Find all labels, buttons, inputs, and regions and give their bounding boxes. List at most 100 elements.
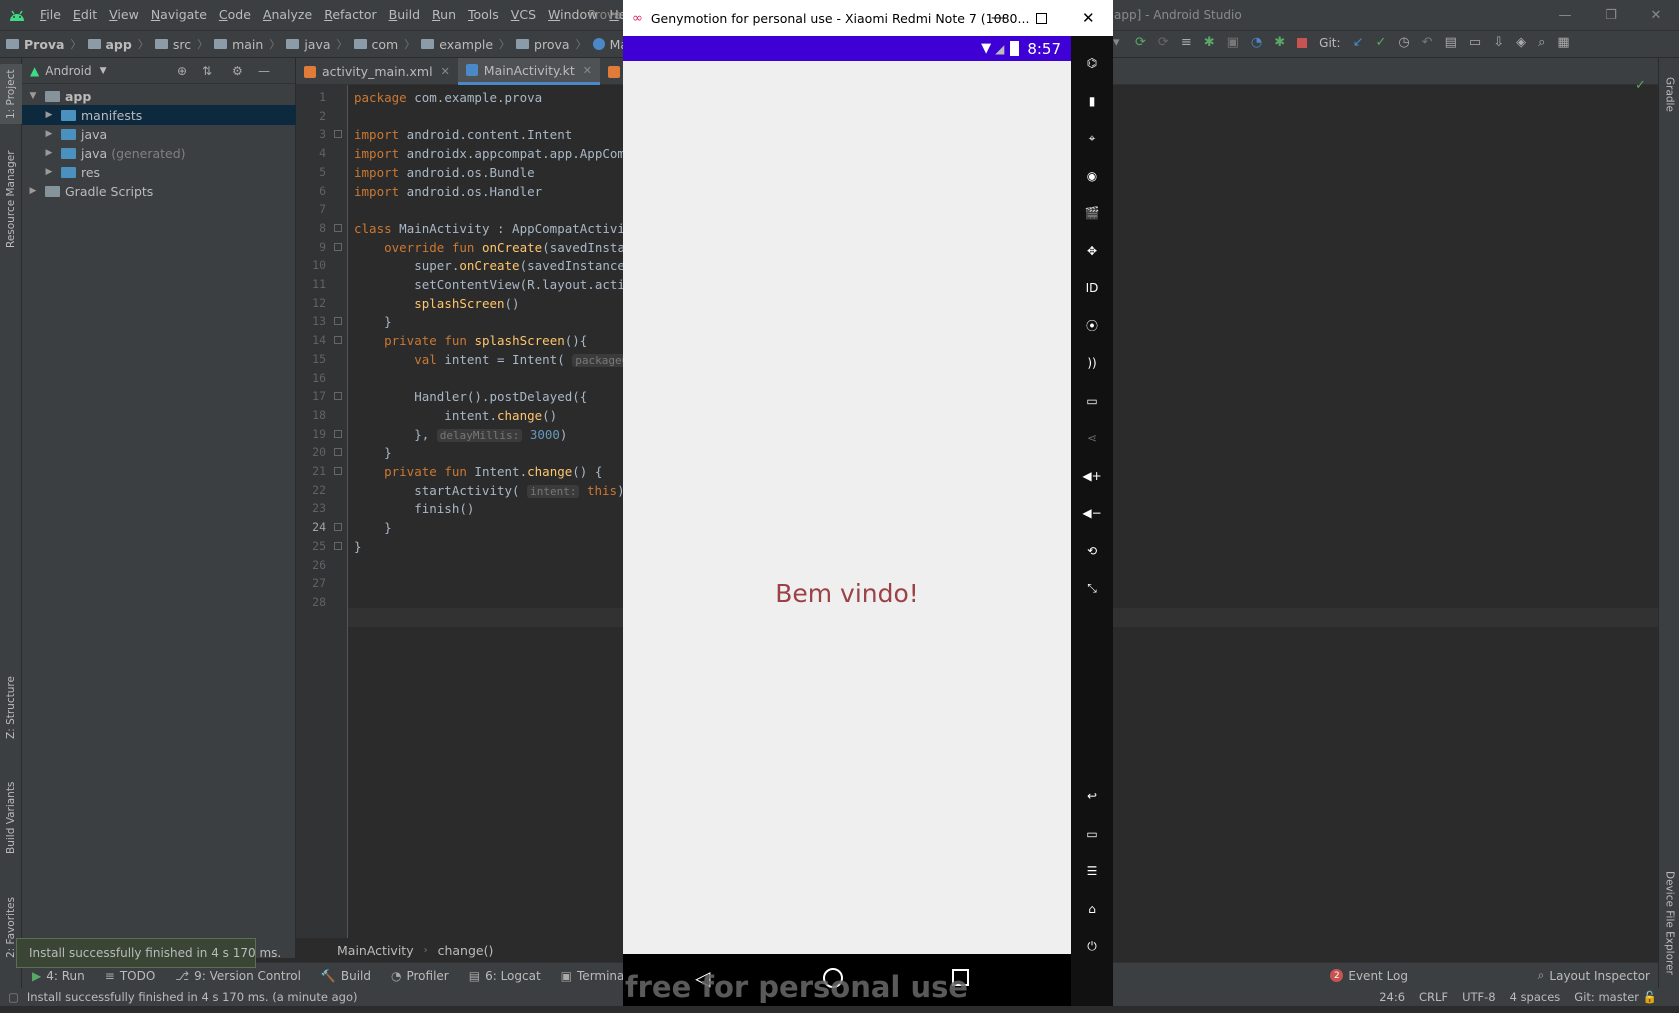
project-view-selector[interactable]: Android <box>45 64 91 78</box>
coverage-icon[interactable]: ≡ <box>1181 35 1192 50</box>
tab-resource-manager[interactable]: Resource Manager <box>0 144 22 254</box>
breadcrumb-item[interactable]: prova 〉 <box>516 36 593 52</box>
id-icon[interactable]: ID <box>1071 273 1113 303</box>
close-tab-icon[interactable]: ✕ <box>583 64 592 77</box>
sms-icon[interactable]: ▭ <box>1071 386 1113 416</box>
collapsed-arrow-icon[interactable]: ▶ <box>42 167 56 177</box>
bottom-tab--run[interactable]: ▶ 4: Run <box>22 969 95 983</box>
project-structure-icon[interactable]: ▤ <box>1445 35 1457 50</box>
gear-icon[interactable]: ⚙ <box>232 64 243 78</box>
tab-device-file-explorer[interactable]: Device File Explorer <box>1659 833 1679 1013</box>
genymotion-close-button[interactable]: ✕ <box>1082 9 1095 27</box>
collapsed-arrow-icon[interactable]: ▶ <box>42 148 56 158</box>
tab-structure[interactable]: Z: Structure <box>0 668 22 748</box>
tree-item[interactable]: ▶ manifests <box>22 105 296 125</box>
power-icon[interactable]: ⏻ <box>1071 931 1113 961</box>
battery-icon[interactable]: ▮ <box>1071 86 1113 116</box>
collapsed-arrow-icon[interactable]: ▶ <box>42 129 56 139</box>
line-separator[interactable]: CRLF <box>1419 990 1448 1004</box>
menu-edit[interactable]: Edit <box>67 0 103 30</box>
lock-icon[interactable]: 🔓 <box>1643 990 1657 1004</box>
fold-marker-icon[interactable] <box>334 223 342 232</box>
fold-marker-icon[interactable] <box>334 523 342 532</box>
menu-view[interactable]: View <box>103 0 145 30</box>
opengapps-icon[interactable]: ⌬ <box>1071 48 1113 78</box>
fold-marker-icon[interactable] <box>334 448 342 457</box>
gps-icon[interactable]: ⌖ <box>1071 123 1113 153</box>
breadcrumb-function[interactable]: change() <box>438 943 494 958</box>
run-tests-icon[interactable]: ✱ <box>1274 35 1285 50</box>
menu-icon[interactable]: ☰ <box>1071 856 1113 886</box>
bottom-tab--logcat[interactable]: ▤ 6: Logcat <box>459 969 551 983</box>
network-icon[interactable]: )) <box>1071 348 1113 378</box>
bottom-tab--version-control[interactable]: ⎇ 9: Version Control <box>165 969 311 983</box>
close-button[interactable]: ✕ <box>1633 0 1679 30</box>
install-toast[interactable]: Install successfully finished in 4 s 170… <box>16 938 281 968</box>
breadcrumb-item[interactable]: Prova 〉 <box>6 36 88 52</box>
bottom-tab-profiler[interactable]: ◔ Profiler <box>381 969 459 983</box>
fold-marker-icon[interactable] <box>334 242 342 251</box>
close-tab-icon[interactable]: ✕ <box>441 65 450 78</box>
menu-tools[interactable]: Tools <box>462 0 505 30</box>
tab-project[interactable]: 1: Project <box>0 64 22 124</box>
menu-file[interactable]: File <box>34 0 67 30</box>
editor-tab[interactable]: MainActivity.kt ✕ <box>457 58 600 85</box>
tree-item[interactable]: ▼ app <box>22 86 296 106</box>
tree-item[interactable]: ▶ res <box>22 162 296 182</box>
fold-marker-icon[interactable] <box>334 130 342 139</box>
apply-code-changes-icon[interactable]: ⟳ <box>1158 35 1169 50</box>
sdk-manager-icon[interactable]: ⇩ <box>1493 35 1504 50</box>
menu-code[interactable]: Code <box>213 0 257 30</box>
history-icon[interactable]: ◷ <box>1398 35 1409 50</box>
genymotion-minimize-button[interactable]: — <box>991 10 1005 26</box>
tab-gradle[interactable]: Gradle <box>1659 64 1679 124</box>
menu-build[interactable]: Build <box>383 0 426 30</box>
fold-marker-icon[interactable] <box>334 541 342 550</box>
avd-manager-icon[interactable]: ▭ <box>1469 35 1481 50</box>
tab-build-variants[interactable]: Build Variants <box>0 768 22 868</box>
collapsed-arrow-icon[interactable]: ▶ <box>26 186 40 196</box>
menu-vcs[interactable]: VCS <box>505 0 542 30</box>
breadcrumb-item[interactable]: java 〉 <box>286 36 353 52</box>
breadcrumb-item[interactable]: src 〉 <box>154 36 214 52</box>
breadcrumb-class[interactable]: MainActivity <box>337 943 414 958</box>
caret-position[interactable]: 24:6 <box>1379 990 1405 1004</box>
collapsed-arrow-icon[interactable]: ▶ <box>42 110 56 120</box>
rotate-icon[interactable]: ⟲ <box>1071 536 1113 566</box>
camera-icon[interactable]: ◉ <box>1071 161 1113 191</box>
debug-icon[interactable]: ✱ <box>1204 35 1215 50</box>
apply-changes-icon[interactable]: ⟳ <box>1135 35 1146 50</box>
fold-marker-icon[interactable] <box>334 317 342 326</box>
android-screen[interactable]: Bem vindo! <box>623 61 1071 954</box>
editor-tab[interactable]: activity_main.xml ✕ <box>296 58 458 85</box>
event-log-button[interactable]: 2 Event Log <box>1330 969 1408 983</box>
layout-inspector-button[interactable]: ⌕ Layout Inspector <box>1538 968 1650 983</box>
fold-marker-icon[interactable] <box>334 429 342 438</box>
volume-up-icon[interactable]: ◀+ <box>1071 461 1113 491</box>
dpad-icon[interactable]: ✥ <box>1071 236 1113 266</box>
disk-icon[interactable]: ⦿ <box>1071 311 1113 341</box>
tree-item[interactable]: ▶ java <box>22 124 296 144</box>
share-icon[interactable]: ⋖ <box>1071 423 1113 453</box>
search-icon[interactable]: ⌕ <box>1538 35 1545 50</box>
status-toggle-icon[interactable]: ▢ <box>8 990 19 1004</box>
maximize-button[interactable]: ❐ <box>1588 0 1634 30</box>
tree-item[interactable]: ▶ Gradle Scripts <box>22 181 296 201</box>
volume-down-icon[interactable]: ◀− <box>1071 498 1113 528</box>
hide-icon[interactable]: — <box>258 64 270 78</box>
tree-item[interactable]: ▶ java (generated) <box>22 143 296 163</box>
minimize-button[interactable]: — <box>1542 0 1588 30</box>
home-icon[interactable]: ⌂ <box>1071 894 1113 924</box>
locate-icon[interactable]: ⊕ <box>177 64 187 78</box>
fold-marker-icon[interactable] <box>334 467 342 475</box>
menu-analyze[interactable]: Analyze <box>257 0 318 30</box>
profile-icon[interactable]: ◔ <box>1251 35 1262 50</box>
rollback-icon[interactable]: ↶ <box>1422 35 1433 50</box>
stop-icon[interactable] <box>1297 37 1308 48</box>
menu-run[interactable]: Run <box>426 0 462 30</box>
menu-navigate[interactable]: Navigate <box>145 0 213 30</box>
chevron-down-icon[interactable]: ▼ <box>100 66 107 76</box>
genymotion-maximize-button[interactable] <box>1036 12 1047 24</box>
bottom-tab-todo[interactable]: ≡ TODO <box>95 969 166 983</box>
recents-icon[interactable]: ▭ <box>1071 819 1113 849</box>
